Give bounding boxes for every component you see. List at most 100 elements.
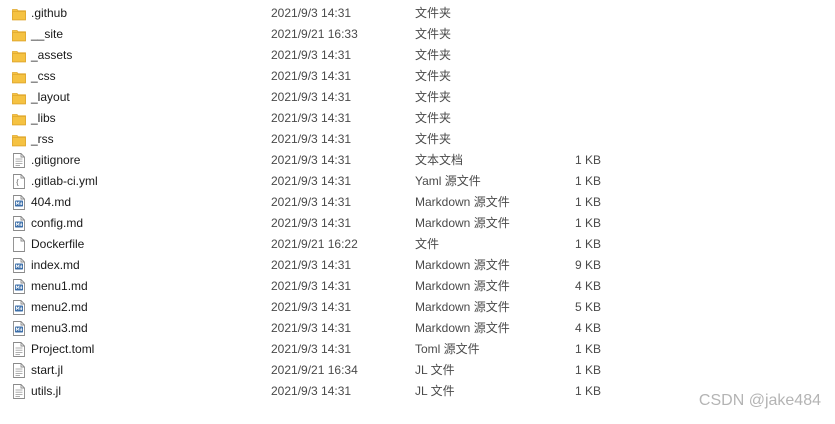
file-name: _layout: [31, 90, 70, 104]
file-type: 文件夹: [415, 6, 452, 20]
folder-icon: [12, 69, 26, 84]
file-name: _assets: [31, 48, 73, 62]
file-row[interactable]: .github 2021/9/3 14:31 文件夹: [0, 3, 835, 24]
folder-icon: [12, 90, 26, 105]
text-file-icon: [12, 342, 26, 357]
file-row[interactable]: .gitlab-ci.yml 2021/9/3 14:31 Yaml 源文件 1 KB: [0, 171, 835, 192]
file-row[interactable]: .gitignore 2021/9/3 14:31 文本文档 1 KB: [0, 150, 835, 171]
file-modified-date: 2021/9/3 14:31: [271, 174, 352, 188]
file-type: 文件夹: [415, 132, 452, 146]
file-size: 1 KB: [574, 195, 601, 209]
file-row[interactable]: _layout 2021/9/3 14:31 文件夹: [0, 87, 835, 108]
text-file-icon: [12, 153, 26, 168]
file-size: 1 KB: [574, 237, 601, 251]
file-modified-date: 2021/9/21 16:34: [271, 363, 358, 377]
file-modified-date: 2021/9/3 14:31: [271, 384, 352, 398]
file-name: menu3.md: [31, 321, 88, 335]
file-modified-date: 2021/9/3 14:31: [271, 321, 352, 335]
file-name: Project.toml: [31, 342, 95, 356]
file-row[interactable]: menu2.md 2021/9/3 14:31 Markdown 源文件 5 KB: [0, 297, 835, 318]
file-name: start.jl: [31, 363, 64, 377]
text-file-icon: [12, 363, 26, 378]
watermark: CSDN @jake484: [698, 392, 821, 409]
folder-icon: [12, 132, 26, 147]
markdown-file-icon: [12, 216, 26, 231]
blank-file-icon: [12, 237, 26, 252]
file-row[interactable]: _libs 2021/9/3 14:31 文件夹: [0, 108, 835, 129]
folder-icon: [12, 27, 26, 42]
file-name: _rss: [31, 132, 54, 146]
file-type: JL 文件: [415, 363, 455, 377]
file-list: .github 2021/9/3 14:31 文件夹 __site 2021/9/21 …: [0, 3, 835, 402]
file-name: menu2.md: [31, 300, 88, 314]
file-row[interactable]: _css 2021/9/3 14:31 文件夹: [0, 66, 835, 87]
file-size: 1 KB: [574, 384, 601, 398]
file-name: index.md: [31, 258, 80, 272]
file-size: 4 KB: [574, 321, 601, 335]
file-name: .gitignore: [31, 153, 81, 167]
file-size: 5 KB: [574, 300, 601, 314]
file-type: 文件: [415, 237, 440, 251]
file-type: 文件夹: [415, 48, 452, 62]
file-size: 1 KB: [574, 363, 601, 377]
file-modified-date: 2021/9/3 14:31: [271, 216, 352, 230]
file-row[interactable]: _rss 2021/9/3 14:31 文件夹: [0, 129, 835, 150]
text-file-icon: [12, 384, 26, 399]
file-row[interactable]: menu1.md 2021/9/3 14:31 Markdown 源文件 4 KB: [0, 276, 835, 297]
file-type: Markdown 源文件: [415, 195, 510, 209]
file-modified-date: 2021/9/3 14:31: [271, 48, 352, 62]
file-modified-date: 2021/9/3 14:31: [271, 111, 352, 125]
file-row[interactable]: menu3.md 2021/9/3 14:31 Markdown 源文件 4 KB: [0, 318, 835, 339]
file-modified-date: 2021/9/3 14:31: [271, 6, 352, 20]
file-modified-date: 2021/9/3 14:31: [271, 279, 352, 293]
file-modified-date: 2021/9/3 14:31: [271, 342, 352, 356]
file-name: utils.jl: [31, 384, 62, 398]
folder-icon: [12, 48, 26, 63]
file-row[interactable]: index.md 2021/9/3 14:31 Markdown 源文件 9 KB: [0, 255, 835, 276]
markdown-file-icon: [12, 195, 26, 210]
file-size: 4 KB: [574, 279, 601, 293]
markdown-file-icon: [12, 258, 26, 273]
file-modified-date: 2021/9/21 16:33: [271, 27, 358, 41]
file-type: 文件夹: [415, 90, 452, 104]
file-name: __site: [31, 27, 64, 41]
file-modified-date: 2021/9/3 14:31: [271, 153, 352, 167]
markdown-file-icon: [12, 279, 26, 294]
file-name: _libs: [31, 111, 56, 125]
file-type: 文件夹: [415, 111, 452, 125]
file-size: 1 KB: [574, 342, 601, 356]
file-row[interactable]: Dockerfile 2021/9/21 16:22 文件 1 KB: [0, 234, 835, 255]
file-type: 文件夹: [415, 27, 452, 41]
file-type: Markdown 源文件: [415, 300, 510, 314]
file-name: 404.md: [31, 195, 72, 209]
file-modified-date: 2021/9/3 14:31: [271, 258, 352, 272]
file-name: Dockerfile: [31, 237, 85, 251]
file-size: 1 KB: [574, 216, 601, 230]
folder-icon: [12, 111, 26, 126]
file-modified-date: 2021/9/3 14:31: [271, 195, 352, 209]
script-file-icon: [12, 174, 26, 189]
file-row[interactable]: config.md 2021/9/3 14:31 Markdown 源文件 1 KB: [0, 213, 835, 234]
file-row[interactable]: 404.md 2021/9/3 14:31 Markdown 源文件 1 KB: [0, 192, 835, 213]
file-name: .github: [31, 6, 68, 20]
file-type: 文件夹: [415, 69, 452, 83]
file-type: Markdown 源文件: [415, 279, 510, 293]
file-row[interactable]: Project.toml 2021/9/3 14:31 Toml 源文件 1 KB: [0, 339, 835, 360]
file-modified-date: 2021/9/21 16:22: [271, 237, 358, 251]
file-type: Toml 源文件: [415, 342, 480, 356]
file-row[interactable]: start.jl 2021/9/21 16:34 JL 文件 1 KB: [0, 360, 835, 381]
markdown-file-icon: [12, 321, 26, 336]
markdown-file-icon: [12, 300, 26, 315]
file-name: .gitlab-ci.yml: [31, 174, 98, 188]
file-modified-date: 2021/9/3 14:31: [271, 69, 352, 83]
folder-icon: [12, 6, 26, 21]
file-size: 9 KB: [574, 258, 601, 272]
file-type: JL 文件: [415, 384, 455, 398]
file-row[interactable]: _assets 2021/9/3 14:31 文件夹: [0, 45, 835, 66]
file-type: Markdown 源文件: [415, 258, 510, 272]
file-type: Markdown 源文件: [415, 321, 510, 335]
file-name: menu1.md: [31, 279, 88, 293]
file-row[interactable]: __site 2021/9/21 16:33 文件夹: [0, 24, 835, 45]
file-modified-date: 2021/9/3 14:31: [271, 90, 352, 104]
file-type: 文本文档: [415, 153, 464, 167]
